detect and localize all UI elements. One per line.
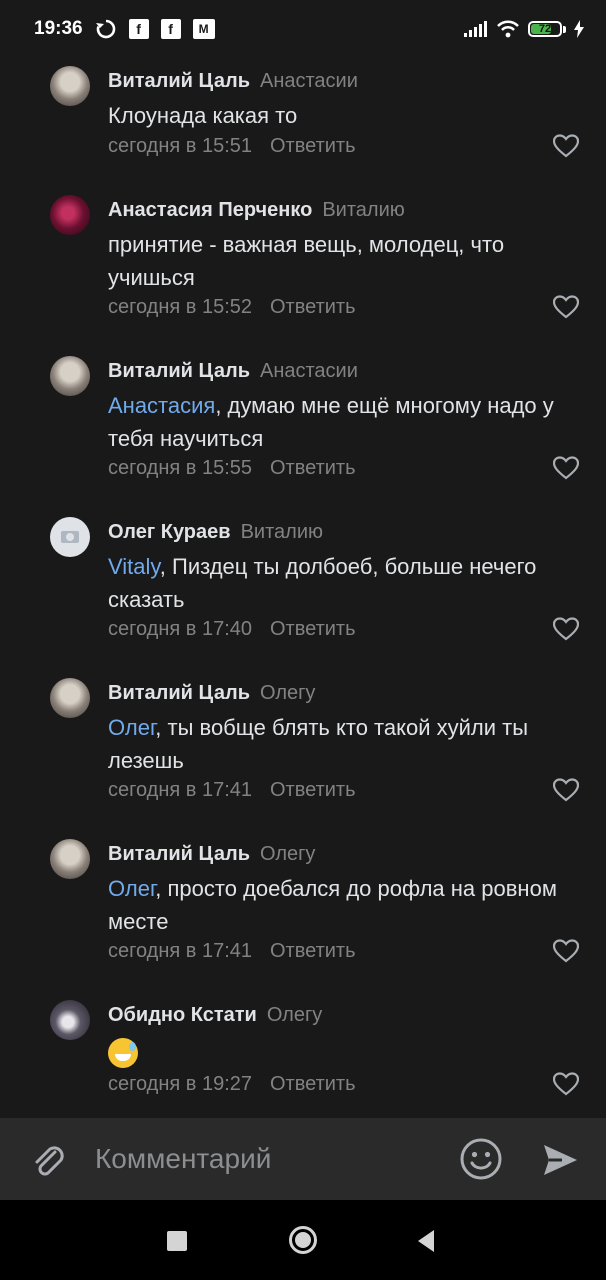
comments-list[interactable]: Виталий Цаль Анастасии Клоунада какая то …	[0, 58, 606, 1118]
reply-button[interactable]: Ответить	[270, 135, 356, 157]
comment-header: Виталий Цаль Анастасии	[108, 358, 358, 384]
avatar[interactable]	[50, 839, 90, 879]
comment-meta: сегодня в 17:41 Ответить	[108, 938, 356, 964]
comment-body: , просто доебался до рофла на ровном мес…	[108, 876, 557, 934]
comment-time: сегодня в 17:41	[108, 779, 252, 801]
comment-time: сегодня в 17:41	[108, 940, 252, 962]
heart-icon[interactable]	[553, 134, 579, 158]
comment-header: Олег Кураев Виталию	[108, 519, 323, 545]
ml-icon: M	[192, 19, 215, 39]
send-icon[interactable]	[540, 1140, 580, 1180]
comment-author[interactable]: Анастасия Перченко	[108, 199, 312, 221]
sync-icon	[95, 19, 117, 39]
comment-body: принятие - важная вещь, молодец, что учи…	[108, 232, 505, 290]
smile-icon[interactable]	[459, 1137, 503, 1181]
comment-text: Олег, ты вобще блять кто такой хуйли ты …	[108, 712, 578, 777]
comment-mention[interactable]: Vitaly	[108, 554, 160, 579]
avatar[interactable]	[50, 195, 90, 235]
avatar[interactable]	[50, 66, 90, 106]
comment-text: Олег, просто доебался до рофла на ровном…	[108, 873, 578, 938]
comment-text: Анастасия, думаю мне ещё многому надо у …	[108, 390, 578, 455]
comment-header: Виталий Цаль Анастасии	[108, 68, 358, 94]
comment-text	[108, 1036, 578, 1069]
comment-reply-to[interactable]: Олегу	[260, 682, 315, 704]
heart-icon[interactable]	[553, 617, 579, 641]
comment-reply-to[interactable]: Виталию	[322, 199, 404, 221]
comment-author[interactable]: Виталий Цаль	[108, 843, 250, 865]
comment-meta: сегодня в 15:52 Ответить	[108, 294, 356, 320]
heart-icon[interactable]	[553, 295, 579, 319]
comment-mention[interactable]: Анастасия	[108, 393, 215, 418]
reply-button[interactable]: Ответить	[270, 779, 356, 801]
comment-mention[interactable]: Олег	[108, 876, 155, 901]
charging-icon	[574, 19, 584, 39]
comment-author[interactable]: Виталий Цаль	[108, 70, 250, 92]
heart-icon[interactable]	[553, 456, 579, 480]
home-button[interactable]	[288, 1225, 318, 1255]
avatar[interactable]	[50, 678, 90, 718]
battery-level: 72	[538, 23, 552, 35]
comment-header: Виталий Цаль Олегу	[108, 841, 315, 867]
comment-composer	[0, 1118, 606, 1200]
back-button[interactable]	[416, 1229, 436, 1253]
reply-button[interactable]: Ответить	[270, 1073, 356, 1095]
comment-reply-to[interactable]: Анастасии	[260, 70, 358, 92]
comment-reply-to[interactable]: Олегу	[260, 843, 315, 865]
comment-body: , ты вобще блять кто такой хуйли ты лезе…	[108, 715, 529, 773]
comment-time: сегодня в 15:51	[108, 135, 252, 157]
comment-author[interactable]: Олег Кураев	[108, 521, 231, 543]
comment-text: Клоунада какая то	[108, 100, 578, 133]
comment-reply-to[interactable]: Олегу	[267, 1004, 322, 1026]
comment-time: сегодня в 15:55	[108, 457, 252, 479]
camera-icon	[61, 531, 79, 543]
reply-button[interactable]: Ответить	[270, 296, 356, 318]
comment-meta: сегодня в 15:51 Ответить	[108, 133, 356, 159]
recent-apps-button[interactable]	[167, 1231, 187, 1251]
comment-time: сегодня в 19:27	[108, 1073, 252, 1095]
comment-reply-to[interactable]: Анастасии	[260, 360, 358, 382]
status-time: 19:36	[34, 18, 83, 39]
status-bar: 19:36 f f M 72	[0, 0, 606, 58]
comment-mention[interactable]: Олег	[108, 715, 155, 740]
comment-time: сегодня в 17:40	[108, 618, 252, 640]
comment-meta: сегодня в 17:41 Ответить	[108, 777, 356, 803]
comment-input[interactable]	[95, 1139, 435, 1179]
comment-author[interactable]: Обидно Кстати	[108, 1004, 257, 1026]
comment-author[interactable]: Виталий Цаль	[108, 682, 250, 704]
facebook-icon: f	[160, 19, 181, 39]
paperclip-icon[interactable]	[28, 1140, 68, 1180]
wifi-icon	[496, 19, 520, 39]
comment-header: Виталий Цаль Олегу	[108, 680, 315, 706]
facebook-icon: f	[128, 19, 149, 39]
comment-time: сегодня в 15:52	[108, 296, 252, 318]
comment-reply-to[interactable]: Виталию	[241, 521, 323, 543]
comment-meta: сегодня в 19:27 Ответить	[108, 1071, 356, 1097]
reply-button[interactable]: Ответить	[270, 940, 356, 962]
heart-icon[interactable]	[553, 939, 579, 963]
battery-indicator: 72	[528, 21, 566, 37]
comment-meta: сегодня в 17:40 Ответить	[108, 616, 356, 642]
heart-icon[interactable]	[553, 778, 579, 802]
comment-text: принятие - важная вещь, молодец, что учи…	[108, 229, 578, 294]
reply-button[interactable]: Ответить	[270, 618, 356, 640]
heart-icon[interactable]	[553, 1072, 579, 1096]
avatar[interactable]	[50, 1000, 90, 1040]
avatar[interactable]	[50, 517, 90, 557]
comment-author[interactable]: Виталий Цаль	[108, 360, 250, 382]
comment-header: Анастасия Перченко Виталию	[108, 197, 405, 223]
comment-body: , Пиздец ты долбоеб, больше нечего сказа…	[108, 554, 537, 612]
avatar[interactable]	[50, 356, 90, 396]
sweat-smile-emoji-icon	[108, 1038, 138, 1069]
comment-header: Обидно Кстати Олегу	[108, 1002, 322, 1028]
comment-meta: сегодня в 15:55 Ответить	[108, 455, 356, 481]
signal-icon	[464, 19, 488, 39]
comment-text: Vitaly, Пиздец ты долбоеб, больше нечего…	[108, 551, 578, 616]
comment-body: Клоунада какая то	[108, 103, 298, 128]
reply-button[interactable]: Ответить	[270, 457, 356, 479]
